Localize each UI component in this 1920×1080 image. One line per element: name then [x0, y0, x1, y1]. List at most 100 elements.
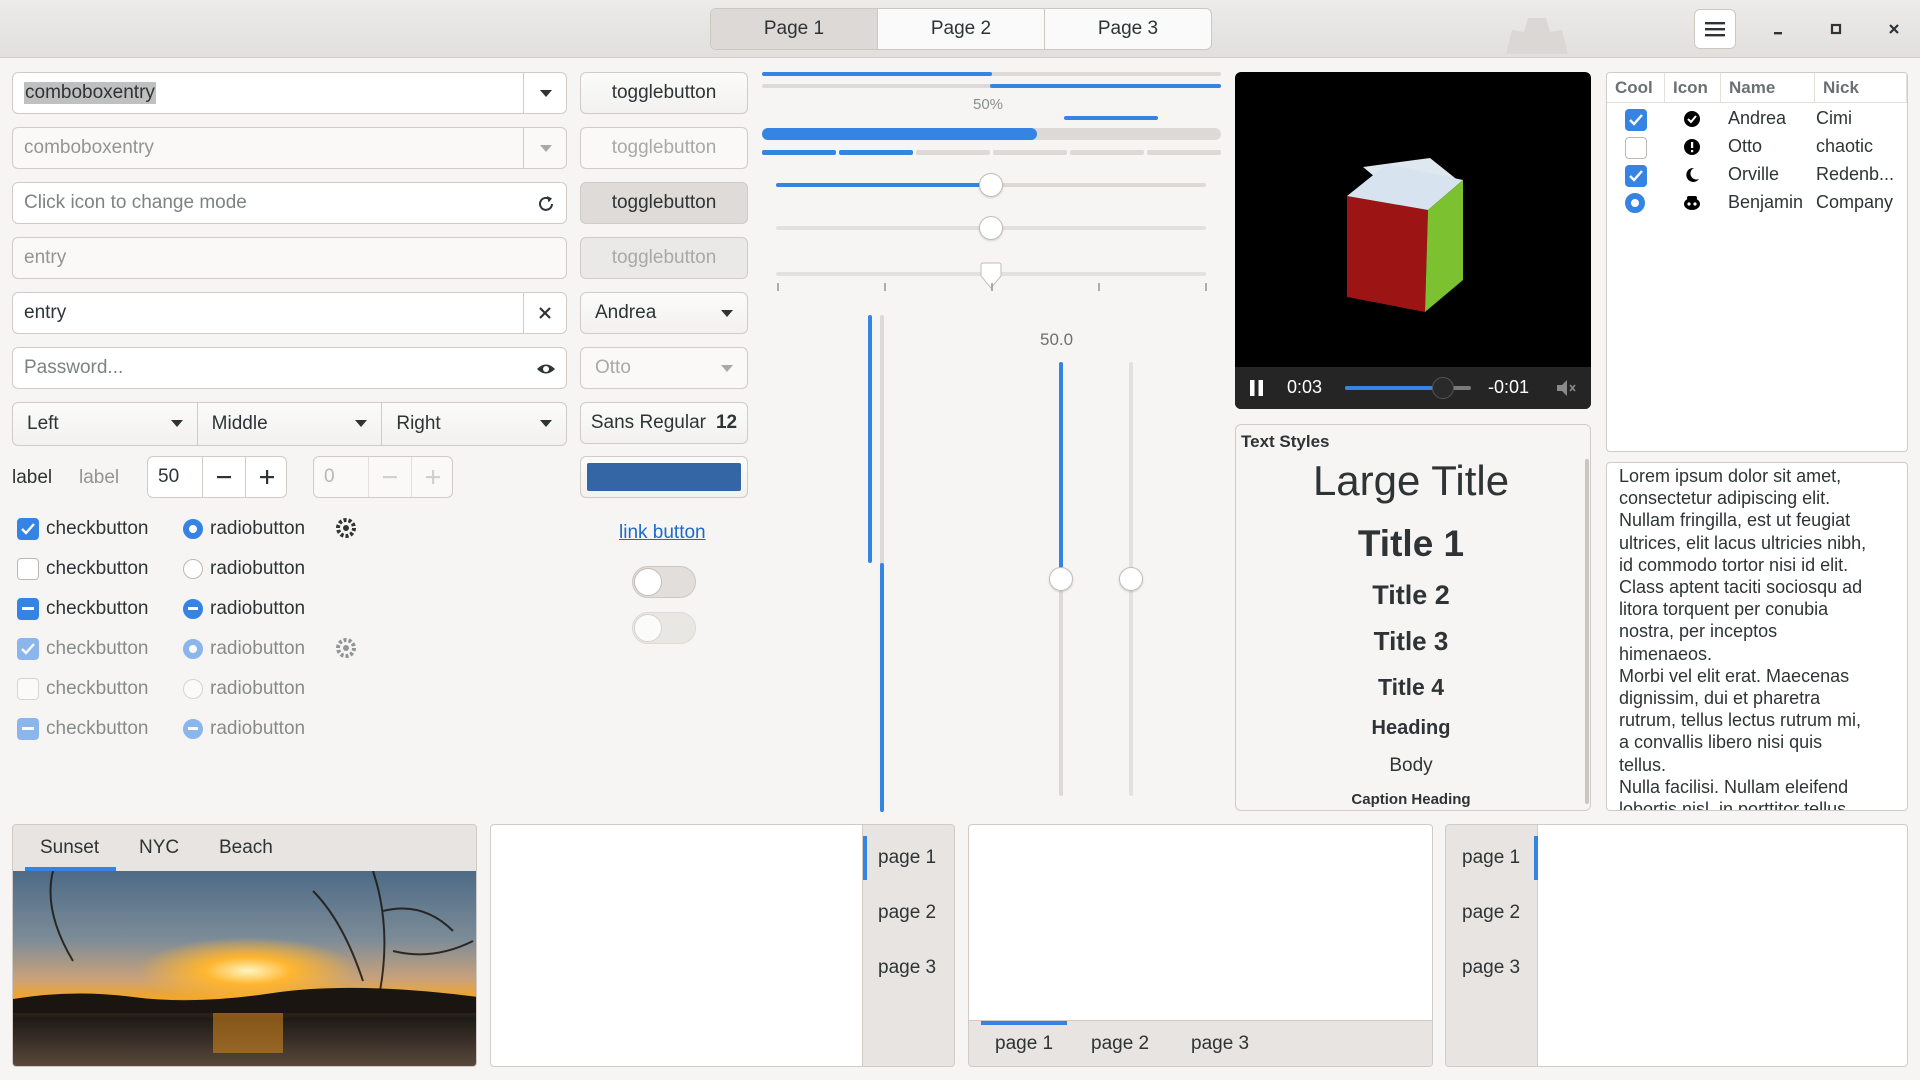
checkbutton-label: checkbutton: [46, 598, 149, 619]
table-row[interactable]: Benjamin Company: [1607, 189, 1907, 217]
radio-unselected[interactable]: [183, 559, 203, 579]
table-row[interactable]: Andrea Cimi: [1607, 105, 1907, 133]
eye-icon[interactable]: [536, 361, 556, 377]
spin-disabled-decrement: [368, 457, 411, 497]
notebook-tabs-bottom: page 1 page 2 page 3: [968, 824, 1433, 1067]
text-styles-scrollbar[interactable]: [1585, 459, 1589, 804]
vertical-slider-1-handle[interactable]: [1049, 567, 1073, 591]
tree-column-header[interactable]: Icon: [1665, 73, 1721, 103]
spinning-cube-video: [1347, 158, 1463, 312]
sunset-photo: [13, 871, 476, 1066]
video-time-elapsed: 0:03: [1287, 377, 1323, 397]
row-cool-checkbox[interactable]: [1625, 109, 1647, 131]
vertical-slider-2-handle[interactable]: [1119, 567, 1143, 591]
combo-andrea[interactable]: Andrea: [580, 292, 748, 334]
checkbutton-checked[interactable]: checkbutton: [17, 518, 148, 540]
vertical-progress-1: [868, 315, 872, 563]
row-cool-checkbox[interactable]: [1625, 165, 1647, 187]
text-view-line: dignissim, dui et pharetra: [1619, 688, 1821, 709]
toggle-button-active[interactable]: togglebutton: [580, 182, 748, 224]
photo-tab-nyc[interactable]: NYC: [139, 837, 179, 859]
mode-entry-placeholder: Click icon to change mode: [24, 192, 247, 213]
main-menu-button[interactable]: [1694, 9, 1736, 49]
clear-entry-button[interactable]: [523, 293, 566, 333]
notebook-left-tab-2[interactable]: page 2: [1462, 902, 1520, 924]
notebook-bottom-tab-3[interactable]: page 3: [1191, 1033, 1249, 1055]
close-button[interactable]: [1879, 14, 1909, 44]
tab-page-3[interactable]: Page 3: [1045, 9, 1211, 49]
font-button-name: Sans Regular: [590, 412, 706, 433]
checkbutton-mixed[interactable]: checkbutton: [17, 598, 148, 620]
spin-increment-button[interactable]: [245, 457, 287, 497]
combo-middle[interactable]: Middle: [197, 402, 383, 446]
volume-muted-icon[interactable]: [1555, 378, 1577, 398]
notebook-left-tabs: page 1 page 2 page 3: [1446, 825, 1538, 1066]
photo-tab-beach[interactable]: Beach: [219, 837, 273, 859]
video-player[interactable]: 0:03 -0:01: [1235, 72, 1591, 409]
maximize-button[interactable]: [1821, 14, 1851, 44]
text-view[interactable]: Lorem ipsum dolor sit amet, consectetur a…: [1606, 462, 1908, 811]
tree-view: Cool Icon Name Nick Andrea Cimi Otto chaotic Or…: [1606, 72, 1908, 452]
notebook-bottom-tab-2[interactable]: page 2: [1091, 1033, 1149, 1055]
photo-tabs: Sunset NYC Beach: [13, 825, 476, 871]
tree-column-header[interactable]: Nick: [1815, 73, 1907, 103]
pause-icon[interactable]: [1249, 379, 1265, 397]
text-styles-title: Text Styles: [1241, 432, 1330, 451]
notebook-right-tab-2[interactable]: page 2: [878, 902, 936, 924]
body-text: Body: [1389, 755, 1433, 776]
slider-2-handle[interactable]: [979, 216, 1003, 240]
checkbox-unchecked[interactable]: [17, 558, 39, 580]
notebook-left-tab-3[interactable]: page 3: [1462, 957, 1520, 979]
combobox-entry[interactable]: comboboxentry: [12, 72, 567, 114]
hamburger-icon: [1705, 22, 1725, 37]
checkbox-checked[interactable]: [17, 518, 39, 540]
checkbox-mixed[interactable]: [17, 598, 39, 620]
radio-selected[interactable]: [183, 519, 203, 539]
spinner-icon: [336, 518, 356, 538]
radiobutton-unselected[interactable]: radiobutton: [183, 558, 305, 580]
font-button[interactable]: Sans Regular 12: [580, 402, 748, 444]
link-button[interactable]: link button: [619, 522, 706, 544]
combo-right[interactable]: Right: [382, 402, 568, 446]
row-cool-checkbox[interactable]: [1625, 137, 1647, 159]
radiobutton-mixed[interactable]: radiobutton: [183, 598, 305, 620]
row-cool-radio[interactable]: [1625, 193, 1645, 213]
notebook-right-tab-3[interactable]: page 3: [878, 957, 936, 979]
tree-column-header[interactable]: Name: [1721, 73, 1815, 103]
mode-entry[interactable]: Click icon to change mode: [12, 182, 567, 224]
entry-with-clear[interactable]: entry: [12, 292, 567, 334]
table-row[interactable]: Otto chaotic: [1607, 133, 1907, 161]
switch-off[interactable]: [632, 566, 696, 598]
toggle-button[interactable]: togglebutton: [580, 72, 748, 114]
combo-left[interactable]: Left: [12, 402, 198, 446]
slider-1-handle[interactable]: [979, 173, 1003, 197]
password-entry[interactable]: Password...: [12, 347, 567, 389]
notebook-left-tab-1[interactable]: page 1: [1462, 847, 1520, 869]
tree-header: Cool Icon Name Nick: [1607, 73, 1907, 103]
notebook-bottom-tab-1[interactable]: page 1: [995, 1033, 1053, 1055]
radiobutton-selected[interactable]: radiobutton: [183, 518, 305, 540]
minimize-button[interactable]: [1763, 14, 1793, 44]
vertical-slider-1-fill: [1059, 362, 1063, 579]
photo-tab-sunset[interactable]: Sunset: [40, 837, 99, 859]
level-bar: [762, 150, 1221, 155]
radio-mixed[interactable]: [183, 599, 203, 619]
checkbutton-label: checkbutton: [46, 518, 149, 539]
spin-button[interactable]: 50: [147, 456, 287, 498]
spin-decrement-button[interactable]: [202, 457, 245, 497]
row-nick: Cimi: [1816, 108, 1852, 128]
notebook-right-tab-1[interactable]: page 1: [878, 847, 936, 869]
checkbutton-label: checkbutton: [46, 678, 149, 699]
refresh-icon[interactable]: [536, 194, 556, 214]
checkbutton-unchecked[interactable]: checkbutton: [17, 558, 148, 580]
tab-page-2[interactable]: Page 2: [878, 9, 1045, 49]
radiobutton-unselected-disabled: radiobutton: [183, 678, 305, 700]
tab-page-1[interactable]: Page 1: [711, 9, 878, 49]
tree-column-header[interactable]: Cool: [1607, 73, 1665, 103]
color-button[interactable]: [580, 456, 748, 498]
radio-selected-disabled: [183, 639, 203, 659]
combobox-entry-dropdown[interactable]: [523, 73, 566, 113]
progress-bar-2: [762, 84, 1221, 88]
heading: Heading: [1371, 717, 1451, 739]
table-row[interactable]: Orville Redenb...: [1607, 161, 1907, 189]
